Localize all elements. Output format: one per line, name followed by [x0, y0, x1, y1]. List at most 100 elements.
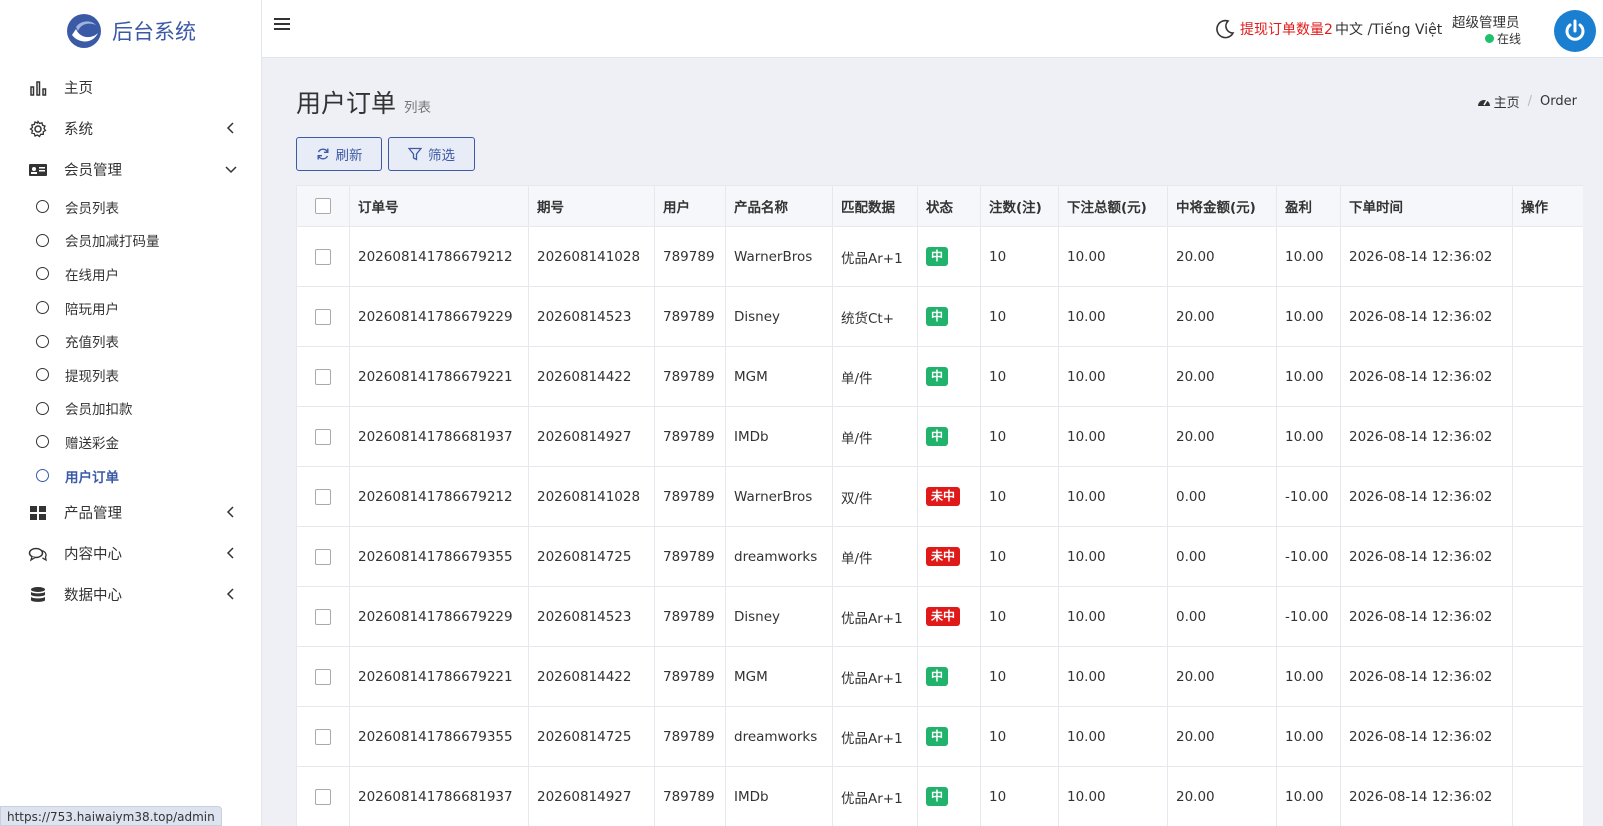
table-row: 202608141786679221 20260814422 789789 MGM 优品… [296, 646, 1583, 707]
brand-name: 后台系统 [112, 20, 196, 44]
col-user[interactable]: 用户 [654, 185, 726, 227]
cell-profit: -10.00 [1276, 466, 1341, 527]
chevron-left-icon [226, 506, 234, 518]
user-name[interactable]: 超级管理员 [1452, 11, 1520, 31]
refresh-icon [317, 148, 328, 160]
cell-user: 789789 [654, 406, 726, 467]
refresh-label: 刷新 [335, 148, 363, 164]
cell-order-no: 202608141786679229 [349, 586, 529, 647]
sidebar-item-label: 内容中心 [64, 547, 122, 564]
cell-actions [1512, 406, 1583, 467]
status-badge: 未中 [926, 547, 961, 566]
sidebar-item-home[interactable]: 主页 [0, 67, 261, 108]
table-row: 202608141786679229 20260814523 789789 Disne… [296, 286, 1583, 347]
row-checkbox[interactable] [315, 428, 331, 445]
row-checkbox[interactable] [315, 488, 331, 505]
hamburger-menu-icon[interactable] [274, 16, 292, 32]
row-checkbox[interactable] [315, 308, 331, 325]
sidebar-menu-lower: 产品管理 内容中心 数据中心 [0, 492, 261, 615]
gear-icon [27, 119, 49, 138]
col-time[interactable]: 下单时间 [1340, 185, 1513, 227]
sidebar-subitem-user-orders[interactable]: 用户订单 [0, 459, 261, 493]
cell-order-no: 202608141786679229 [349, 286, 529, 347]
cell-time: 2026-08-14 12:36:02 [1340, 646, 1513, 707]
breadcrumb-home[interactable]: 主页 [1477, 92, 1520, 111]
col-profit[interactable]: 盈利 [1276, 185, 1341, 227]
select-all-checkbox[interactable] [315, 198, 331, 214]
logout-button[interactable] [1554, 10, 1596, 52]
cell-win-amount: 0.00 [1167, 466, 1277, 527]
sidebar-subitem-recharge-list[interactable]: 充值列表 [0, 324, 261, 358]
orders-table-body: 202608141786679212 202608141028 789789 Warn… [296, 226, 1583, 826]
row-select-cell [296, 646, 350, 707]
row-select-cell [296, 346, 350, 407]
table-header-row: 订单号 期号 用户 产品名称 匹配数据 状态 注数(注) 下注总额(元) 中将金… [296, 185, 1583, 227]
sidebar-item-label: 产品管理 [64, 506, 122, 523]
cell-product: IMDb [725, 766, 833, 826]
sidebar-item-system[interactable]: 系统 [0, 108, 261, 149]
row-select-cell [296, 586, 350, 647]
sidebar-subitem-online-users[interactable]: 在线用户 [0, 257, 261, 291]
dark-mode-moon-icon[interactable] [1214, 18, 1236, 40]
cell-bets: 10 [980, 586, 1059, 647]
cell-bet-total: 10.00 [1058, 286, 1168, 347]
sidebar-item-products[interactable]: 产品管理 [0, 492, 261, 533]
cell-bet-total: 10.00 [1058, 226, 1168, 287]
power-icon [1565, 19, 1585, 41]
sidebar-subitem-member-list[interactable]: 会员列表 [0, 190, 261, 224]
cell-win-amount: 20.00 [1167, 346, 1277, 407]
sidebar-subitem-member-adjust[interactable]: 会员加扣款 [0, 392, 261, 426]
cell-order-no: 202608141786679212 [349, 226, 529, 287]
sidebar-item-content[interactable]: 内容中心 [0, 533, 261, 574]
breadcrumb-home-label: 主页 [1493, 96, 1520, 111]
cell-bet-total: 10.00 [1058, 466, 1168, 527]
row-checkbox[interactable] [315, 668, 331, 685]
col-bet-total[interactable]: 下注总额(元) [1058, 185, 1168, 227]
cell-profit: 10.00 [1276, 646, 1341, 707]
sidebar-item-members[interactable]: 会员管理 [0, 149, 261, 190]
cell-bet-total: 10.00 [1058, 646, 1168, 707]
sidebar-subitem-bonus-gift[interactable]: 赠送彩金 [0, 425, 261, 459]
bar-chart-icon [27, 79, 49, 97]
sidebar-subitem-companion-users[interactable]: 陪玩用户 [0, 291, 261, 325]
cell-profit: 10.00 [1276, 286, 1341, 347]
orders-table-container: 订单号 期号 用户 产品名称 匹配数据 状态 注数(注) 下注总额(元) 中将金… [296, 185, 1583, 826]
col-match[interactable]: 匹配数据 [832, 185, 918, 227]
row-select-cell [296, 406, 350, 467]
row-checkbox[interactable] [315, 368, 331, 385]
col-bets[interactable]: 注数(注) [980, 185, 1059, 227]
row-checkbox[interactable] [315, 728, 331, 745]
cell-time: 2026-08-14 12:36:02 [1340, 406, 1513, 467]
cell-bets: 10 [980, 466, 1059, 527]
cell-order-no: 202608141786679355 [349, 526, 529, 587]
sidebar-item-data[interactable]: 数据中心 [0, 574, 261, 615]
col-period[interactable]: 期号 [528, 185, 655, 227]
withdraw-order-alert[interactable]: 提现订单数量2 [1240, 19, 1333, 39]
refresh-button[interactable]: 刷新 [296, 137, 382, 171]
col-product[interactable]: 产品名称 [725, 185, 833, 227]
sidebar-subitem-member-code-amount[interactable]: 会员加减打码量 [0, 224, 261, 258]
cell-match: 优品Ar+1 [832, 646, 918, 707]
row-select-cell [296, 286, 350, 347]
sidebar-subitem-withdraw-list[interactable]: 提现列表 [0, 358, 261, 392]
cell-match: 单/件 [832, 406, 918, 467]
cell-match: 统货Ct+ [832, 286, 918, 347]
breadcrumb-separator: / [1527, 94, 1533, 109]
row-checkbox[interactable] [315, 548, 331, 565]
col-order-no[interactable]: 订单号 [349, 185, 529, 227]
brand[interactable]: 后台系统 [0, 0, 261, 62]
cell-status: 中 [917, 406, 981, 467]
cell-profit: -10.00 [1276, 526, 1341, 587]
cell-product: dreamworks [725, 526, 833, 587]
row-checkbox[interactable] [315, 248, 331, 265]
sidebar-item-label: 会员管理 [64, 163, 122, 179]
col-win-amount[interactable]: 中将金额(元) [1167, 185, 1277, 227]
circle-icon [36, 301, 49, 315]
cell-status: 未中 [917, 526, 981, 587]
filter-button[interactable]: 筛选 [388, 137, 475, 171]
language-switch[interactable]: 中文 /Tiếng Việt [1335, 19, 1442, 39]
row-checkbox[interactable] [315, 788, 331, 805]
col-status[interactable]: 状态 [917, 185, 981, 227]
cell-actions [1512, 646, 1583, 707]
row-checkbox[interactable] [315, 608, 331, 625]
